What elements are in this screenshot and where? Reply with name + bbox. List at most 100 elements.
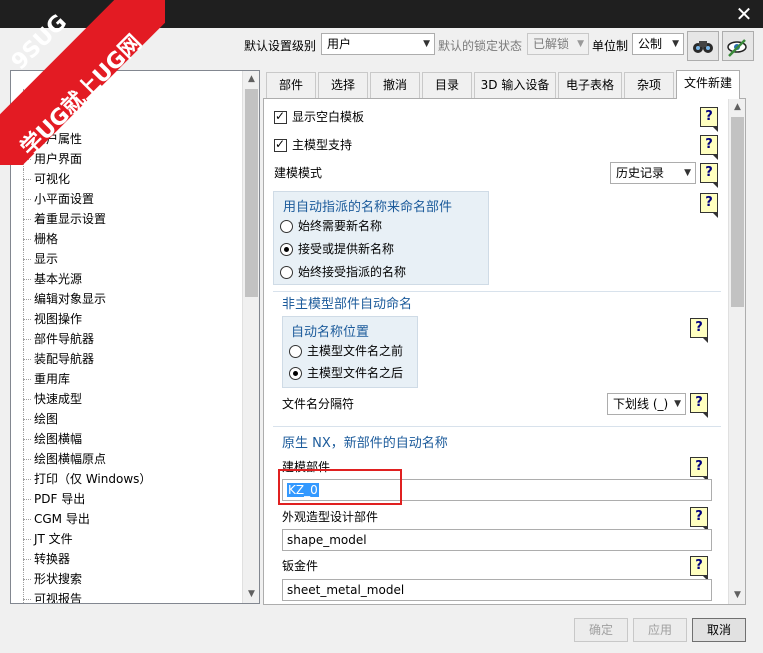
radio-before-master-name-label: 主模型文件名之前 [307, 344, 404, 358]
help-icon[interactable]: ? [700, 193, 718, 218]
show-blank-template-label: 显示空白模板 [292, 110, 365, 124]
close-icon[interactable]: ✕ [733, 3, 755, 25]
help-icon[interactable]: ? [700, 135, 718, 160]
settings-toolbar: 默认设置级别 用户 ▼ 默认的锁定状态 已解锁 ▼ 单位制 公制 ▼ [0, 28, 763, 66]
sheet-metal-value: sheet_metal_model [287, 583, 405, 597]
tree-item[interactable]: 对象 [11, 109, 243, 129]
radio-always-new-name-label: 始终需要新名称 [298, 219, 383, 233]
radio-accept-or-provide[interactable] [280, 243, 293, 256]
help-icon[interactable]: ? [690, 556, 708, 581]
non-master-section-title: 非主模型部件自动命名 [282, 297, 413, 312]
modeling-mode-select[interactable]: 历史记录 ▼ [610, 162, 696, 184]
tree-item[interactable]: 基本光源 [11, 269, 243, 289]
ok-button[interactable]: 确定 [574, 618, 628, 642]
filename-separator-value: 下划线 (_) [613, 397, 669, 411]
radio-after-master-name[interactable] [289, 367, 302, 380]
help-icon[interactable]: ? [690, 393, 708, 418]
unit-label: 单位制 [592, 39, 629, 53]
tree-item-label: 对象 [34, 112, 59, 126]
tree-item[interactable]: 快速成型 [11, 389, 243, 409]
tree-item[interactable]: 打印（仅 Windows） [11, 469, 243, 489]
tree-item[interactable]: CGM 导出 [11, 509, 243, 529]
chevron-down-icon: ▼ [674, 399, 681, 409]
help-icon[interactable]: ? [690, 457, 708, 482]
tree-item[interactable]: 装配导航器 [11, 349, 243, 369]
tree-item[interactable]: PDF 导出 [11, 489, 243, 509]
auto-name-position-title: 自动名称位置 [291, 325, 370, 340]
default-level-select[interactable]: 用户 ▼ [321, 33, 435, 55]
tree-item[interactable]: 用户属性 [11, 129, 243, 149]
tree-item[interactable]: 绘图横幅原点 [11, 449, 243, 469]
tree-item[interactable]: 形状搜索 [11, 569, 243, 589]
tree-item[interactable]: 栅格 [11, 229, 243, 249]
shape-design-input[interactable]: shape_model [282, 529, 712, 551]
help-icon[interactable]: ? [690, 318, 708, 343]
tab-2[interactable]: 撤消 [370, 72, 420, 98]
auto-naming-group-title: 用自动指派的名称来命名部件 [283, 200, 453, 215]
section-divider [273, 426, 721, 427]
shape-design-value: shape_model [287, 533, 367, 547]
master-model-support-checkbox[interactable] [274, 137, 287, 152]
radio-accept-or-provide-label: 接受或提供新名称 [298, 242, 395, 256]
tab-4[interactable]: 3D 输入设备 [474, 72, 556, 98]
tree-item-label: 转换器 [34, 552, 71, 566]
help-icon[interactable]: ? [700, 107, 718, 132]
tree-item[interactable]: 重用库 [11, 369, 243, 389]
file-new-settings-panel: 显示空白模板 ? 主模型支持 ? 建模模式 历史记录 ▼ ? 用自动指派的名称来… [263, 98, 746, 605]
tab-5[interactable]: 电子表格 [558, 72, 622, 98]
sheet-metal-input[interactable]: sheet_metal_model [282, 579, 712, 601]
tree-item[interactable]: 编辑对象显示 [11, 289, 243, 309]
tree-item[interactable]: 绘图 [11, 409, 243, 429]
tree-item-label: 着重显示设置 [34, 212, 107, 226]
tree-item[interactable]: 部件导航器 [11, 329, 243, 349]
tree-item[interactable]: 可视报告 [11, 589, 243, 604]
category-tree-panel[interactable]: 对象用户属性用户界面可视化小平面设置着重显示设置 栅格显示 基本光源 编辑对象显示 视图… [10, 70, 260, 604]
scroll-up-icon[interactable]: ▲ [243, 71, 259, 88]
tree-item-label: 用户属性 [34, 132, 83, 146]
tree-item-label: 栅格 [34, 232, 59, 246]
binoculars-icon [693, 41, 713, 53]
tab-6[interactable]: 杂项 [624, 72, 674, 98]
tab-7[interactable]: 文件新建 [676, 70, 740, 99]
tree-item[interactable]: 视图操作 [11, 309, 243, 329]
scroll-down-icon[interactable]: ▼ [243, 586, 259, 603]
help-icon[interactable]: ? [700, 163, 718, 188]
content-scroll-thumb[interactable] [731, 117, 744, 307]
apply-button[interactable]: 应用 [633, 618, 687, 642]
filename-separator-select[interactable]: 下划线 (_) ▼ [607, 393, 686, 415]
tree-item-label: 绘图横幅原点 [34, 452, 107, 466]
tree-item[interactable]: 着重显示设置 [11, 209, 243, 229]
tree-item[interactable]: 可视化 [11, 169, 243, 189]
content-scrollbar[interactable]: ▲ ▼ [728, 99, 745, 604]
view-settings-button[interactable] [722, 31, 754, 61]
tree-item-label: 装配导航器 [34, 352, 95, 366]
tab-1[interactable]: 选择 [318, 72, 368, 98]
tree-item-label: 用户界面 [34, 152, 83, 166]
tree-scrollbar[interactable]: ▲ ▼ [242, 71, 259, 603]
tree-item-label: 小平面设置 [34, 192, 95, 206]
tab-0[interactable]: 部件 [266, 72, 316, 98]
unit-select[interactable]: 公制 ▼ [632, 33, 684, 55]
find-setting-button[interactable] [687, 31, 719, 61]
help-icon[interactable]: ? [690, 507, 708, 532]
show-blank-template-checkbox[interactable] [274, 109, 287, 124]
tree-item[interactable]: 小平面设置 [11, 189, 243, 209]
tree-item[interactable]: 转换器 [11, 549, 243, 569]
radio-before-master-name[interactable] [289, 345, 302, 358]
tree-item[interactable] [11, 89, 243, 109]
lock-status-value: 已解锁 [533, 37, 570, 51]
tree-scroll-thumb[interactable] [245, 89, 258, 297]
scroll-down-icon[interactable]: ▼ [729, 587, 745, 604]
tab-3[interactable]: 目录 [422, 72, 472, 98]
radio-always-new-name[interactable] [280, 220, 293, 233]
eye-settings-icon [727, 39, 747, 57]
tree-item[interactable]: JT 文件 [11, 529, 243, 549]
tree-item-label: 可视报告 [34, 592, 83, 604]
chevron-down-icon: ▼ [577, 39, 584, 49]
radio-always-accept[interactable] [280, 266, 293, 279]
tree-item[interactable]: 显示 [11, 249, 243, 269]
tree-item[interactable]: 绘图横幅 [11, 429, 243, 449]
tree-item[interactable]: 用户界面 [11, 149, 243, 169]
cancel-button[interactable]: 取消 [692, 618, 746, 642]
scroll-up-icon[interactable]: ▲ [729, 99, 745, 116]
